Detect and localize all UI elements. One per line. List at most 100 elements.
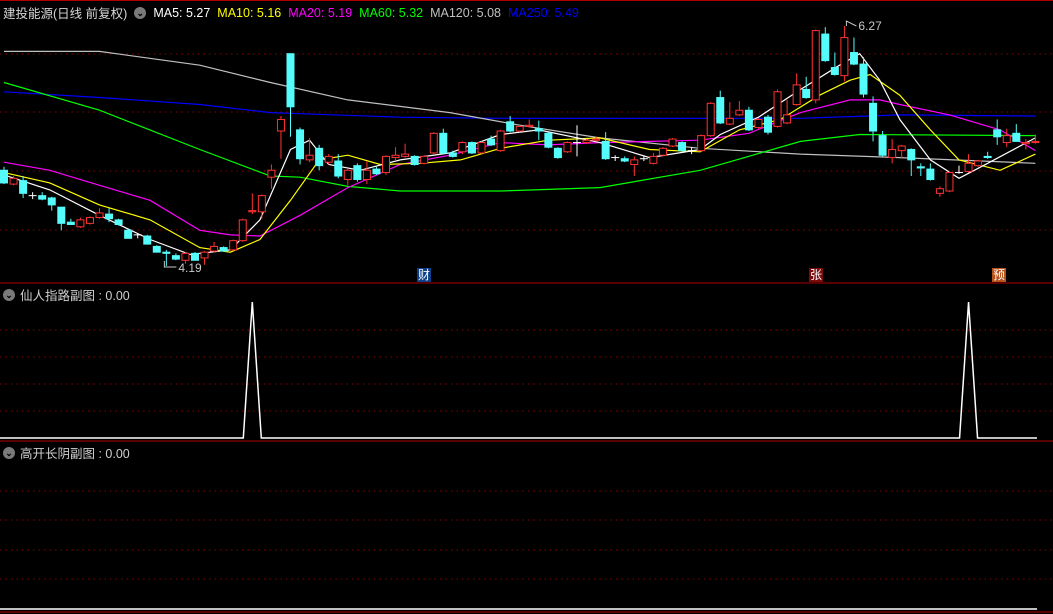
- candle-up: [515, 125, 524, 132]
- candle-down: [152, 245, 161, 253]
- candle-up: [840, 37, 849, 77]
- candle-down: [869, 102, 878, 132]
- stock-title: 建投能源(日线 前复权): [3, 7, 128, 21]
- forecast-marker[interactable]: 预: [992, 268, 1006, 282]
- candle-down: [334, 160, 343, 177]
- sub1-label: 仙人指路副图 : 0.00: [20, 289, 130, 303]
- candle-down: [830, 67, 839, 75]
- candle-down: [764, 116, 772, 133]
- candle-down: [849, 52, 858, 65]
- candle-down: [544, 132, 553, 148]
- candle-up: [773, 91, 782, 127]
- candle-up: [563, 142, 572, 153]
- candle-up: [343, 169, 352, 180]
- candle-down: [286, 53, 295, 108]
- candle-up: [582, 139, 591, 144]
- candle-down: [878, 135, 887, 156]
- candle-up: [76, 219, 85, 228]
- candle-down: [859, 63, 868, 95]
- candle-up: [305, 154, 314, 161]
- candle-up: [945, 172, 954, 192]
- sub2-label: 高开长阴副图 : 0.00: [20, 447, 130, 461]
- high-arrow: [845, 20, 857, 27]
- candle-down: [114, 219, 123, 225]
- candle-up: [1002, 135, 1011, 144]
- candle-down: [410, 155, 419, 165]
- candle-down: [47, 197, 56, 206]
- candle-up: [458, 142, 467, 153]
- candle-up: [935, 188, 944, 194]
- candle-down: [506, 121, 515, 132]
- candle-down: [716, 97, 725, 124]
- finance-marker[interactable]: 财: [417, 268, 431, 282]
- candle-up: [420, 155, 429, 164]
- candle-up: [238, 219, 247, 242]
- candle-up: [1021, 142, 1030, 145]
- chevron-down-icon[interactable]: ⌄: [3, 446, 15, 459]
- ma5-value: MA5: 5.27: [153, 5, 211, 20]
- candle-down: [439, 132, 448, 154]
- sub2-header: ⌄ 高开长阴副图 : 0.00: [3, 443, 130, 462]
- candle-up: [248, 210, 257, 213]
- candle-down: [171, 255, 180, 260]
- candle-down: [821, 33, 830, 62]
- candle-up: [592, 138, 601, 141]
- candle-down: [620, 158, 629, 162]
- candle-down: [744, 109, 753, 131]
- candle-down: [983, 155, 992, 159]
- ma10-value: MA10: 5.16: [217, 5, 282, 20]
- candle-down: [315, 147, 324, 167]
- chart-header: 建投能源(日线 前复权) ⌄ MA5: 5.27 MA10: 5.16 MA20…: [3, 3, 579, 22]
- low-price-label: 4.19: [178, 261, 202, 275]
- candle-down: [57, 206, 66, 224]
- candle-up: [811, 30, 820, 101]
- candle-up: [210, 245, 219, 252]
- limit-up-marker[interactable]: 张: [809, 268, 823, 282]
- candle-down: [601, 140, 610, 160]
- chevron-down-icon[interactable]: ⌄: [134, 6, 147, 19]
- candle-up: [229, 240, 238, 251]
- candle-down: [993, 129, 1002, 138]
- candle-down: [19, 180, 28, 194]
- candle-down: [487, 138, 496, 146]
- candle-down: [448, 152, 457, 157]
- candle-up: [630, 159, 639, 165]
- ma120-value: MA120: 5.08: [430, 5, 501, 20]
- candle-down: [802, 88, 811, 99]
- candle-up: [181, 252, 190, 261]
- candle-down: [219, 247, 228, 252]
- candle-up: [668, 138, 677, 147]
- ma250-value: MA250: 5.49: [508, 5, 579, 20]
- ma60-value: MA60: 5.32: [359, 5, 424, 20]
- candle-down: [162, 251, 171, 254]
- candle-down: [926, 168, 935, 180]
- candle-up: [964, 162, 973, 172]
- candle-up: [783, 114, 792, 124]
- candle-down: [553, 147, 562, 159]
- candle-up: [725, 117, 734, 125]
- candle-up: [200, 251, 209, 259]
- candle-down: [124, 229, 133, 239]
- candle-up: [85, 217, 94, 224]
- candle-up: [257, 195, 266, 213]
- candle-up: [706, 102, 715, 137]
- candle-down: [907, 148, 916, 161]
- candle-up: [792, 84, 801, 105]
- candle-up: [888, 148, 897, 159]
- high-price-label: 6.27: [858, 19, 882, 33]
- candle-up: [697, 135, 706, 152]
- candle-up: [658, 147, 667, 156]
- candle-down: [105, 213, 114, 220]
- candle-down: [467, 142, 476, 154]
- ma-line-ma250: [3, 91, 1036, 119]
- candle-up: [477, 142, 486, 154]
- candle-up: [649, 155, 658, 164]
- candle-up: [525, 124, 534, 127]
- candle-down: [0, 169, 8, 184]
- chevron-down-icon[interactable]: ⌄: [3, 288, 15, 301]
- candle-up: [95, 212, 104, 219]
- kline-chart[interactable]: 6.27 4.19: [0, 0, 1053, 614]
- candle-up: [9, 177, 18, 185]
- candle-up: [754, 118, 763, 129]
- candle-down: [296, 129, 305, 160]
